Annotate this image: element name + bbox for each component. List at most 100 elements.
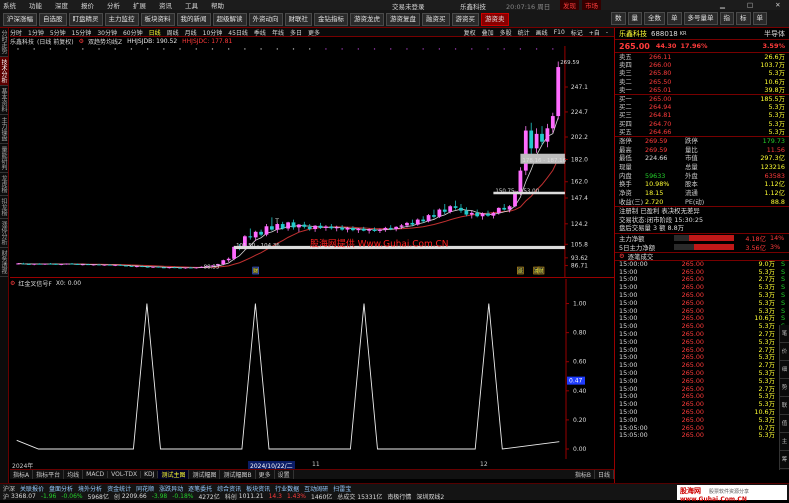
period-tab[interactable]: 15分钟 xyxy=(72,28,92,37)
sub-indicator-name[interactable]: 红金叉信号F xyxy=(18,279,51,288)
toolbar-right-button[interactable]: 标 xyxy=(736,12,751,25)
toolbar-button[interactable]: 盯盘精灵 xyxy=(68,12,103,26)
period-tool[interactable]: 标记 xyxy=(571,28,583,37)
indicator-tab[interactable]: MACD xyxy=(83,471,109,478)
side-tab[interactable]: 价 xyxy=(780,343,789,361)
ask-row[interactable]: 卖四 266.00 103.7万 xyxy=(615,61,789,69)
left-tab[interactable]: 量能研判 xyxy=(0,144,8,173)
status-tab[interactable]: 涨跌异动 xyxy=(159,484,183,493)
period-tab[interactable]: 周线 xyxy=(167,28,179,37)
settings-icon[interactable]: ⚙ xyxy=(79,38,84,45)
indicator-tab[interactable]: 测试幅图B xyxy=(220,470,256,479)
left-tab[interactable]: 龙虎榜 xyxy=(0,173,8,196)
period-tab[interactable]: 多日 xyxy=(290,28,302,37)
menu-item[interactable]: 深度 xyxy=(55,0,68,10)
event-marker[interactable]: 派 xyxy=(517,266,524,275)
bid-row[interactable]: 买二 264.94 5.3万 xyxy=(615,103,789,111)
tick-list[interactable]: 15:00:00 265.00 9.0万 S 15:00 265.00 5.3万 S 15:00… xyxy=(615,260,789,440)
left-tab[interactable]: 基本资料 xyxy=(0,86,8,115)
period-tab[interactable]: 分时 xyxy=(10,28,22,37)
menu-item[interactable]: 系统 xyxy=(3,0,16,10)
indicator-tab[interactable]: 指标A xyxy=(10,470,34,479)
status-tab[interactable]: 板块资讯 xyxy=(246,484,270,493)
period-tab[interactable]: 月线 xyxy=(185,28,197,37)
ask-row[interactable]: 卖三 265.80 5.3万 xyxy=(615,69,789,77)
toolbar-right-button[interactable]: 指 xyxy=(719,12,734,25)
toolbar-button[interactable]: 游资复盘 xyxy=(386,12,420,26)
menu-item[interactable]: 分析 xyxy=(107,0,120,10)
toolbar-right-button[interactable]: 单 xyxy=(667,12,682,25)
indicator-name[interactable]: 双趋势均线Z xyxy=(88,37,122,46)
status-tab[interactable]: 盘面分析 xyxy=(49,484,73,493)
side-tab[interactable]: 笔 xyxy=(780,325,789,343)
toolbar-button[interactable]: 外资动向 xyxy=(248,12,283,26)
period-tool[interactable]: 叠加 xyxy=(482,28,494,37)
period-tool[interactable]: +自 xyxy=(589,28,600,37)
toolbar-right-button[interactable]: 多号量单 xyxy=(683,12,718,25)
period-tab[interactable]: 30分钟 xyxy=(97,28,117,37)
toolbar-right-button[interactable]: 全数 xyxy=(644,12,665,25)
left-tab[interactable]: 涨停分析 xyxy=(0,219,8,248)
bid-row[interactable]: 买三 264.81 5.3万 xyxy=(615,111,789,119)
toolbar-button[interactable]: 金钻指标 xyxy=(314,12,348,26)
bid-row[interactable]: 买四 264.70 5.3万 xyxy=(615,120,789,128)
side-tab[interactable]: 势 xyxy=(780,379,789,397)
toolbar-right-button[interactable]: 数 xyxy=(611,12,626,25)
toolbar-button[interactable]: 主力监控 xyxy=(104,12,139,26)
bid-row[interactable]: 买一 265.00 185.5万 xyxy=(615,95,789,103)
settings-icon[interactable]: ⚙ xyxy=(10,280,15,287)
left-tab[interactable]: 分时走势 xyxy=(0,28,8,57)
event-marker[interactable]: 财 xyxy=(252,266,259,275)
toolbar-button[interactable]: 游资龙虎 xyxy=(350,12,384,26)
toolbar-right-button[interactable]: 单 xyxy=(752,12,767,25)
indicator-tab[interactable]: KDJ xyxy=(141,471,159,478)
toolbar-button[interactable]: 超级解读 xyxy=(212,12,247,26)
period-tab[interactable]: 年线 xyxy=(272,28,284,37)
menu-item[interactable]: 功能 xyxy=(29,0,42,10)
period-tab[interactable]: 45日线 xyxy=(228,28,248,37)
event-marker[interactable]: 财 xyxy=(537,266,545,275)
period-tool[interactable]: - xyxy=(606,29,608,36)
period-tab[interactable]: 60分钟 xyxy=(123,28,143,37)
period-tab[interactable]: 更多 xyxy=(308,28,320,37)
ask-row[interactable]: 卖五 266.11 26.6万 xyxy=(615,53,789,61)
bid-row[interactable]: 买五 264.66 5.3万 xyxy=(615,128,789,136)
indicator-tab[interactable]: 测试幅图 xyxy=(189,470,221,479)
toolbar-button[interactable]: 游资卖 xyxy=(481,12,509,26)
indicator-tab[interactable]: VOL-TDX xyxy=(108,471,142,478)
left-tab[interactable]: 扣龙榜 xyxy=(0,196,8,219)
toolbar-button[interactable]: 融资买 xyxy=(422,12,450,26)
left-tab[interactable]: 技术分析 xyxy=(0,57,8,86)
menu-right-item[interactable]: 发现 xyxy=(560,0,579,10)
period-tool[interactable]: 多股 xyxy=(500,28,512,37)
side-tab[interactable]: 联 xyxy=(780,397,789,415)
menu-item[interactable]: 工具 xyxy=(185,0,198,10)
period-tool[interactable]: 统计 xyxy=(518,28,530,37)
candlestick-chart[interactable]: 247.1 224.7 202.2 182.0 162.0 147.4 124.2 105.8… xyxy=(10,46,614,278)
period-tab[interactable]: 5分钟 xyxy=(50,28,66,37)
ask-row[interactable]: 卖二 265.50 10.6万 xyxy=(615,78,789,86)
period-tab[interactable]: 1分钟 xyxy=(28,28,44,37)
left-tab[interactable]: 财务透视 xyxy=(0,248,8,277)
toolbar-button[interactable]: 财联社 xyxy=(284,12,312,26)
status-tab[interactable]: 行业数据 xyxy=(275,484,299,493)
max-window-icon[interactable]: □ xyxy=(747,1,753,9)
ask-row[interactable]: 卖一 265.01 39.8万 xyxy=(615,86,789,94)
indicator-tab[interactable]: 均线 xyxy=(64,470,84,479)
menu-item[interactable]: 帮助 xyxy=(211,0,224,10)
menu-right-item[interactable]: 市场 xyxy=(582,0,601,10)
indicator-tab[interactable]: 更多 xyxy=(256,470,275,479)
indicator-tab[interactable]: 设置 xyxy=(275,470,294,479)
toolbar-right-button[interactable]: 量 xyxy=(627,12,642,25)
status-tab[interactable]: 同花顺 xyxy=(136,484,154,493)
toolbar-button[interactable]: 板块资料 xyxy=(140,12,175,26)
menu-item[interactable]: 报价 xyxy=(81,0,94,10)
status-tab[interactable]: 关联报价 xyxy=(20,484,44,493)
close-window-icon[interactable]: ✕ xyxy=(775,1,780,9)
bottom-right-tab[interactable]: 日线 xyxy=(595,470,614,479)
toolbar-button[interactable]: 沪深涨幅 xyxy=(3,12,37,26)
menu-item[interactable]: 扩展 xyxy=(133,0,146,10)
indicator-tab[interactable]: 测试主图 xyxy=(158,470,190,479)
period-tool[interactable]: 画线 xyxy=(536,28,548,37)
period-tool[interactable]: 复权 xyxy=(464,28,476,37)
